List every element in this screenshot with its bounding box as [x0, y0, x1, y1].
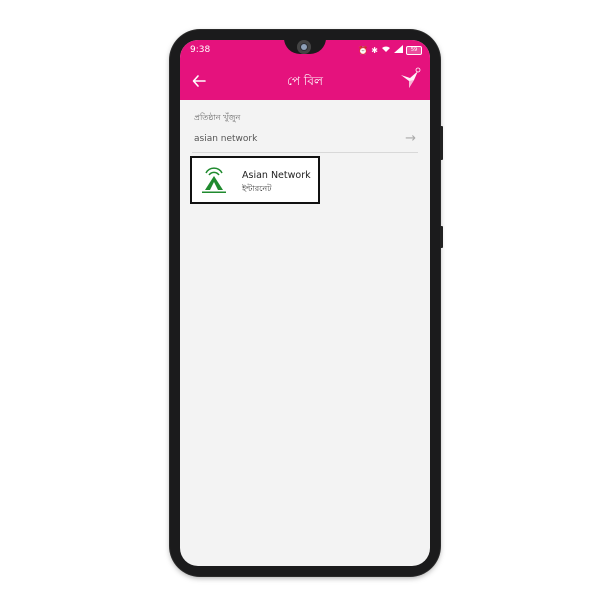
result-type: ইন্টারনেট	[242, 184, 272, 193]
page-title: পে বিল	[287, 74, 323, 88]
signal-icon	[394, 45, 403, 55]
result-name: Asian Network	[242, 170, 311, 181]
status-icons: ⏰ ✱ 59	[358, 45, 422, 55]
search-input[interactable]	[192, 130, 396, 148]
arrow-right-icon[interactable]: →	[405, 130, 416, 148]
volume-button	[440, 126, 443, 160]
list-item[interactable]: Asian Network ইন্টারনেট	[190, 156, 320, 204]
phone-screen: 9:38 ⏰ ✱ 59 পে বিল প্রতিষ্ঠান খুঁজুন asi…	[180, 40, 430, 566]
search-section: প্রতিষ্ঠান খুঁজুন →	[180, 100, 430, 160]
status-time: 9:38	[190, 45, 211, 55]
phone-frame: 9:38 ⏰ ✱ 59 পে বিল প্রতিষ্ঠান খুঁজুন asi…	[170, 30, 443, 576]
search-underline	[192, 152, 418, 153]
front-camera-icon	[297, 40, 311, 54]
wifi-icon	[381, 45, 391, 55]
alarm-icon: ⏰	[358, 45, 369, 55]
power-button	[440, 226, 443, 248]
asian-network-logo-icon	[200, 166, 228, 196]
app-bar: পে বিল	[180, 62, 430, 100]
status-bar: 9:38 ⏰ ✱ 59	[180, 40, 430, 62]
bird-logo-icon	[398, 67, 422, 91]
search-label: প্রতিষ্ঠান খুঁজুন	[194, 113, 241, 122]
battery-icon: 59	[406, 45, 422, 55]
bluetooth-icon: ✱	[371, 45, 378, 55]
